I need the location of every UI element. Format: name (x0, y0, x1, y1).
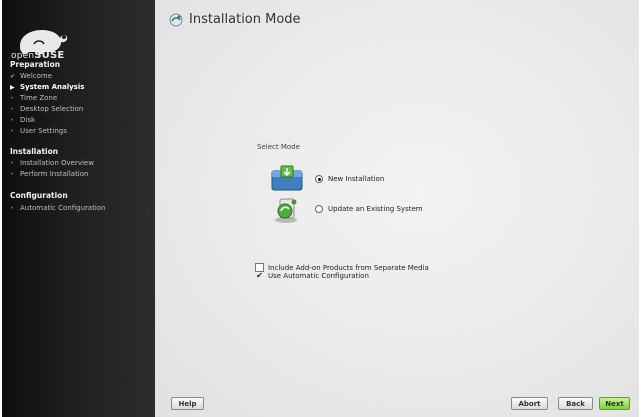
bullet-icon: • (10, 95, 14, 102)
sidebar-item-label: Time Zone (20, 94, 58, 102)
sidebar-item-label: Perform Installation (20, 170, 89, 178)
update-system-icon (275, 198, 297, 223)
update-system-radio[interactable] (315, 205, 323, 213)
new-install-icon (271, 165, 303, 191)
title-row: Installation Mode (169, 12, 301, 27)
automatic-config-checkbox-row[interactable]: ✔ Use Automatic Configuration (255, 271, 369, 280)
sidebar-item-label: Automatic Configuration (20, 204, 106, 212)
sidebar-item-disk: • Disk (10, 116, 35, 124)
abort-button[interactable]: Abort (511, 397, 548, 410)
section-title-preparation: Preparation (10, 60, 61, 69)
update-system-option[interactable]: Update an Existing System (315, 205, 423, 213)
new-installation-option[interactable]: New Installation (315, 175, 384, 183)
sidebar-item-label: Desktop Selection (20, 105, 84, 113)
sidebar-item-label: User Settings (20, 127, 67, 135)
bullet-icon: • (10, 117, 14, 124)
select-mode-label: Select Mode (257, 143, 300, 151)
page-title: Installation Mode (189, 12, 301, 27)
new-installation-label[interactable]: New Installation (328, 175, 384, 183)
sidebar-item-user-settings: • User Settings (10, 127, 67, 135)
sidebar-item-welcome: ✔ Welcome (10, 72, 52, 80)
sidebar-item-time-zone: • Time Zone (10, 94, 57, 102)
sidebar-item-system-analysis: ▶ System Analysis (10, 83, 84, 91)
bullet-icon: • (10, 171, 14, 178)
back-button[interactable]: Back (558, 397, 593, 410)
arrow-right-icon: ▶ (10, 84, 15, 91)
main-panel: Installation Mode Select Mode New Instal… (155, 0, 639, 417)
sidebar-item-perform-installation: • Perform Installation (10, 170, 88, 178)
sidebar-item-label: System Analysis (20, 83, 85, 91)
automatic-config-label[interactable]: Use Automatic Configuration (268, 272, 369, 280)
sidebar-item-label: Installation Overview (20, 159, 94, 167)
bullet-icon: • (10, 106, 14, 113)
help-button[interactable]: Help (171, 397, 204, 410)
sidebar-item-label: Disk (20, 116, 36, 124)
automatic-config-checkbox[interactable]: ✔ (255, 271, 264, 280)
bullet-icon: • (10, 128, 14, 135)
sidebar: openSUSE Preparation ✔ Welcome ▶ System An… (2, 0, 155, 417)
section-title-configuration: Configuration (10, 191, 68, 200)
sidebar-item-desktop-selection: • Desktop Selection (10, 105, 83, 113)
new-installation-radio[interactable] (315, 175, 323, 183)
sidebar-resize-handle[interactable]: · · · (148, 205, 150, 219)
checkmark-icon: ✔ (10, 73, 16, 80)
sidebar-item-installation-overview: • Installation Overview (10, 159, 94, 167)
section-title-installation: Installation (10, 147, 59, 156)
next-button[interactable]: Next (599, 397, 630, 410)
sidebar-item-automatic-configuration: • Automatic Configuration (10, 204, 106, 212)
bullet-icon: • (10, 205, 14, 212)
update-system-label[interactable]: Update an Existing System (328, 205, 423, 213)
bullet-icon: • (10, 160, 14, 167)
installation-mode-icon (169, 13, 183, 26)
sidebar-item-label: Welcome (20, 72, 53, 80)
installer-window: openSUSE Preparation ✔ Welcome ▶ System An… (2, 0, 639, 417)
